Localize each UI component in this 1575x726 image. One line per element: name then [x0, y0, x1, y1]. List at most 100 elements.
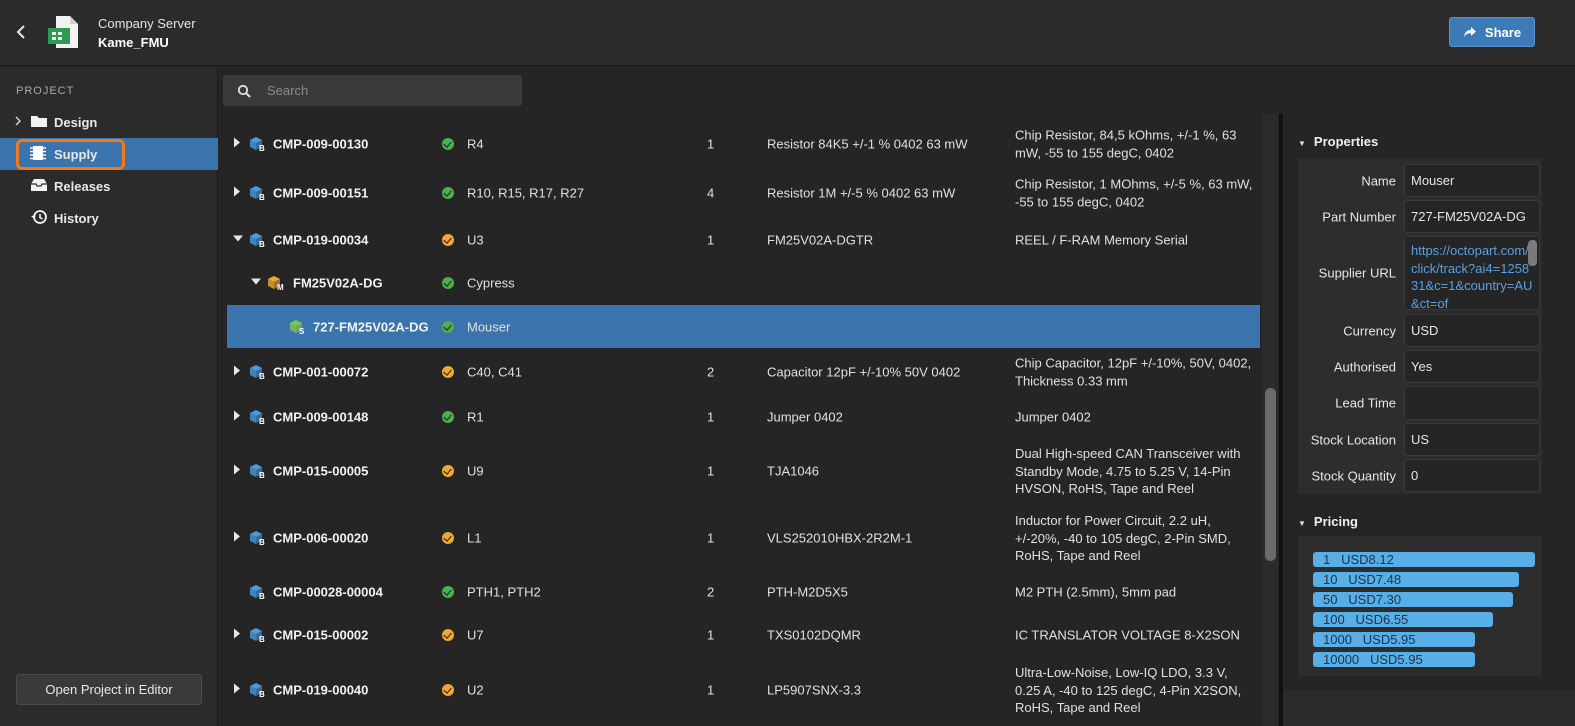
property-value-text[interactable]: https://octopart.com/click/track?ai4=125…: [1411, 242, 1533, 309]
component-code[interactable]: CMP-019-00040: [273, 683, 368, 698]
property-value-text: Yes: [1411, 359, 1433, 374]
search-bar[interactable]: Search: [223, 75, 522, 106]
component-code[interactable]: CMP-019-00034: [273, 233, 368, 248]
table-row[interactable]: B CMP-019-00040 U2 1 LP5907SNX-3.3 Ultra-Low-…: [227, 663, 1260, 717]
component-code[interactable]: CMP-009-00130: [273, 137, 368, 152]
folder-icon: [30, 114, 54, 131]
property-value[interactable]: USD: [1404, 314, 1540, 347]
component-code[interactable]: 727-FM25V02A-DG: [313, 319, 429, 334]
expand-arrow-icon[interactable]: [233, 410, 241, 424]
property-row: Stock Location US: [1298, 423, 1542, 456]
table-row[interactable]: B CMP-009-00151 R10, R15, R17, R27 4 Resisto…: [227, 171, 1260, 215]
property-row: Part Number 727-FM25V02A-DG: [1298, 200, 1542, 233]
back-icon[interactable]: [14, 22, 32, 42]
property-value[interactable]: US: [1404, 423, 1540, 456]
property-value[interactable]: 727-FM25V02A-DG: [1404, 200, 1540, 233]
status-check-icon: [442, 138, 454, 150]
property-label: Part Number: [1322, 209, 1396, 224]
designators: Mouser: [467, 319, 511, 334]
chevron-right-icon[interactable]: [14, 115, 28, 129]
expand-arrow-icon[interactable]: [233, 186, 241, 200]
panel-divider[interactable]: [1279, 114, 1283, 726]
component-code[interactable]: CMP-00028-00004: [273, 585, 383, 600]
expand-arrow-icon[interactable]: [233, 137, 241, 151]
quantity: 1: [707, 463, 715, 479]
property-value[interactable]: [1404, 386, 1540, 420]
property-value[interactable]: 0: [1404, 459, 1540, 492]
open-project-button[interactable]: Open Project in Editor: [16, 674, 202, 705]
property-label: Stock Location: [1310, 432, 1396, 447]
properties-table: Name Mouser Part Number 727-FM25V02A-DG Supp…: [1298, 158, 1542, 494]
table-row[interactable]: B CMP-00028-00004 PTH1, PTH2 2 PTH-M2D5X5 M2 …: [227, 570, 1260, 614]
part-name: VLS252010HBX-2R2M-1: [767, 530, 913, 546]
component-code[interactable]: CMP-015-00002: [273, 628, 368, 643]
description: Dual High-speed CAN Transceiver with Sta…: [1015, 445, 1241, 496]
sidebar-title: PROJECT: [16, 85, 75, 97]
sidebar-item-design[interactable]: Design: [0, 106, 218, 138]
share-label: Share: [1484, 24, 1522, 40]
history-icon: [30, 209, 54, 228]
status-check-icon: [442, 411, 454, 423]
properties-header[interactable]: ▼ Properties: [1298, 134, 1378, 149]
table-row[interactable]: B CMP-006-00020 L1 1 VLS252010HBX-2R2M-1 Indu…: [227, 511, 1260, 565]
search-input[interactable]: Search: [267, 83, 308, 98]
panel-footer: [1284, 690, 1575, 726]
table-row[interactable]: M FM25V02A-DG Cypress: [227, 263, 1260, 303]
table-row[interactable]: S 727-FM25V02A-DG Mouser: [227, 305, 1260, 348]
table-row[interactable]: B CMP-015-00005 U9 1 TJA1046 Dual High-speed …: [227, 444, 1260, 498]
table-row[interactable]: B CMP-009-00148 R1 1 Jumper 0402 Jumper 0402: [227, 396, 1260, 438]
supply-table: B CMP-009-00130 R4 1 Resistor 84K5 +/-1 % 04…: [227, 122, 1260, 726]
status-check-icon: [442, 320, 454, 333]
status-check-icon: [442, 684, 454, 696]
description: Chip Resistor, 84,5 kOhms, +/-1 %, 63 mW…: [1015, 127, 1237, 161]
pricing-header[interactable]: ▼ Pricing: [1298, 514, 1358, 529]
property-value-text: Mouser: [1411, 173, 1455, 188]
price-break-bar: 50 USD7.30: [1313, 592, 1513, 607]
component-cube-icon: S: [289, 319, 305, 336]
status-check-icon: [442, 234, 454, 246]
table-scrollbar-thumb[interactable]: [1265, 388, 1276, 561]
table-row[interactable]: B CMP-009-00130 R4 1 Resistor 84K5 +/-1 % 04…: [227, 122, 1260, 166]
property-value[interactable]: https://octopart.com/click/track?ai4=125…: [1404, 236, 1540, 310]
status-check-icon: [442, 465, 454, 477]
collapse-arrow-icon[interactable]: [233, 235, 243, 246]
price-break-bar: 100 USD6.55: [1313, 612, 1493, 627]
designators: U2: [467, 682, 484, 698]
property-value[interactable]: Mouser: [1404, 164, 1540, 197]
component-code[interactable]: CMP-001-00072: [273, 365, 368, 380]
description: M2 PTH (2.5mm), 5mm pad: [1015, 584, 1177, 600]
sidebar-item-releases[interactable]: Releases: [0, 170, 218, 202]
property-label: Currency: [1343, 323, 1396, 338]
expand-arrow-icon[interactable]: [233, 628, 241, 642]
collapse-arrow-icon[interactable]: [251, 278, 261, 289]
expand-arrow-icon[interactable]: [233, 531, 241, 545]
status-check-icon: [442, 366, 454, 378]
svg-text:B: B: [259, 538, 265, 546]
sidebar: PROJECT Design Supply Releases History O…: [0, 67, 218, 726]
table-row[interactable]: B CMP-019-00034 U3 1 FM25V02A-DGTR REEL / F-R…: [227, 221, 1260, 259]
caret-down-icon: ▼: [1298, 519, 1306, 528]
component-code[interactable]: FM25V02A-DG: [293, 276, 383, 291]
property-value[interactable]: Yes: [1404, 350, 1540, 383]
part-name: TXS0102DQMR: [767, 627, 861, 643]
component-code[interactable]: CMP-006-00020: [273, 531, 368, 546]
component-code[interactable]: CMP-015-00005: [273, 464, 368, 479]
part-name: Resistor 84K5 +/-1 % 0402 63 mW: [767, 136, 968, 152]
svg-text:B: B: [259, 592, 265, 600]
details-panel: ▼ Properties Name Mouser Part Number 727-FM2…: [1284, 114, 1575, 726]
designators: U3: [467, 232, 484, 248]
url-scrollbar[interactable]: [1528, 240, 1537, 266]
designators: U9: [467, 463, 484, 479]
expand-arrow-icon[interactable]: [233, 365, 241, 379]
sidebar-item-history[interactable]: History: [0, 202, 218, 234]
expand-arrow-icon[interactable]: [233, 464, 241, 478]
table-row[interactable]: B CMP-015-00002 U7 1 TXS0102DQMR IC TRANSLATO…: [227, 615, 1260, 655]
svg-text:B: B: [259, 635, 265, 643]
table-row[interactable]: B CMP-001-00072 C40, C41 2 Capacitor 12pF +/…: [227, 350, 1260, 394]
expand-arrow-icon[interactable]: [233, 683, 241, 697]
property-row: Currency USD: [1298, 314, 1542, 347]
component-code[interactable]: CMP-009-00148: [273, 410, 368, 425]
share-button[interactable]: Share: [1449, 17, 1535, 47]
component-code[interactable]: CMP-009-00151: [273, 186, 368, 201]
property-label: Supplier URL: [1318, 265, 1396, 281]
